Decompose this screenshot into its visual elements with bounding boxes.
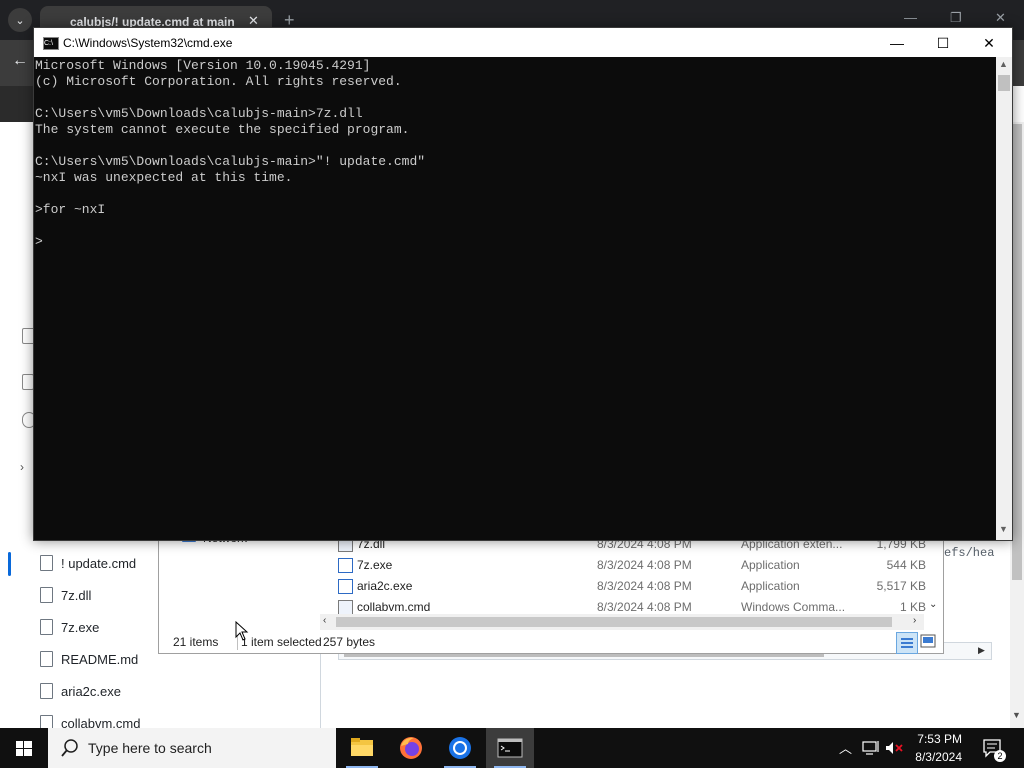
file-icon [40, 651, 53, 667]
folder-icon [351, 738, 373, 756]
file-tree-item-label: ! update.cmd [61, 555, 137, 571]
file-type: Windows Comma... [741, 600, 846, 614]
scroll-down-icon[interactable]: ⌄ [929, 599, 937, 610]
windows-start-icon[interactable] [0, 728, 48, 768]
scroll-down-icon[interactable]: ▼ [999, 524, 1008, 534]
file-icon [40, 683, 53, 699]
back-arrow-icon[interactable]: ← [12, 52, 28, 70]
cmd-file-icon [338, 600, 353, 615]
browser-restore-icon[interactable]: ❐ [950, 10, 962, 26]
file-type: Application [741, 579, 800, 593]
chevron-right-icon[interactable]: › [20, 460, 24, 474]
window-title: C:\Windows\System32\cmd.exe [63, 36, 233, 50]
file-size: 5,517 KB [876, 579, 926, 593]
scroll-right-icon[interactable]: ▶ [978, 645, 985, 656]
file-name: aria2c.exe [357, 579, 413, 593]
file-icon [40, 587, 53, 603]
cmd-window: C:\ C:\Windows\System32\cmd.exe — ☐ ✕ Mi… [33, 27, 1013, 541]
console-output: Microsoft Windows [Version 10.0.19045.42… [35, 58, 426, 249]
file-size: 1 KB [899, 600, 926, 614]
application-icon [338, 579, 353, 594]
file-date: 8/3/2024 4:08 PM [597, 579, 692, 593]
taskbar-firefox[interactable] [387, 728, 435, 768]
status-item-count: 21 items [173, 635, 219, 649]
tab-search-button[interactable]: ⌄ [8, 8, 32, 32]
status-selected-count: 1 item selected [241, 635, 322, 649]
file-tree-item[interactable]: 7z.exe [40, 615, 99, 639]
file-size: 544 KB [886, 558, 926, 572]
file-list-row[interactable]: aria2c.exe 8/3/2024 4:08 PM Application … [338, 576, 934, 597]
status-selected-size: 257 bytes [323, 635, 376, 649]
scroll-down-icon[interactable]: ▼ [1012, 710, 1021, 720]
file-date: 8/3/2024 4:08 PM [597, 558, 692, 572]
taskbar-chrome[interactable] [436, 728, 484, 768]
maximize-icon[interactable]: ☐ [920, 32, 966, 54]
explorer-scrollbar-thumb[interactable] [336, 617, 892, 627]
file-date: 8/3/2024 4:08 PM [597, 600, 692, 614]
file-tree-item[interactable]: aria2c.exe [40, 679, 121, 703]
cmd-titlebar[interactable]: C:\ C:\Windows\System32\cmd.exe — ☐ ✕ [34, 28, 1012, 57]
mouse-pointer-icon [235, 621, 249, 641]
taskbar-search-box[interactable]: Type here to search [48, 728, 336, 768]
page-scrollbar-thumb[interactable] [1012, 124, 1022, 580]
browser-minimize-icon[interactable]: — [904, 10, 917, 25]
search-placeholder: Type here to search [88, 740, 212, 756]
volume-muted-icon[interactable] [884, 740, 904, 756]
file-tree-item-label: aria2c.exe [61, 683, 121, 699]
selected-indicator [8, 552, 11, 576]
file-tree-item-label: 7z.dll [61, 587, 92, 603]
clock-date[interactable]: 8/3/2024 [912, 750, 962, 764]
application-icon [338, 558, 353, 573]
file-list-row[interactable]: 7z.exe 8/3/2024 4:08 PM Application 544 … [338, 555, 934, 576]
firefox-icon [400, 737, 422, 759]
file-icon [40, 619, 53, 635]
file-tree-item[interactable]: README.md [40, 647, 138, 671]
file-name: 7z.exe [357, 558, 393, 572]
console-area[interactable]: Microsoft Windows [Version 10.0.19045.42… [34, 57, 996, 540]
file-icon [40, 555, 53, 571]
scroll-up-icon[interactable]: ▲ [999, 59, 1008, 69]
scroll-right-icon[interactable]: › [913, 615, 916, 626]
file-tree-item-label: 7z.exe [61, 619, 100, 635]
search-icon [61, 739, 78, 757]
browser-close-icon[interactable]: ✕ [995, 10, 1006, 26]
large-icons-view-button[interactable] [920, 634, 936, 648]
network-icon[interactable] [862, 740, 880, 756]
cmd-app-icon: C:\ [43, 37, 59, 50]
file-type: Application [741, 558, 800, 572]
close-icon[interactable]: ✕ [966, 32, 1012, 54]
minimize-icon[interactable]: — [874, 32, 920, 54]
scroll-left-icon[interactable]: ‹ [323, 615, 326, 626]
taskbar-file-explorer[interactable] [338, 728, 386, 768]
show-hidden-icons-chevron-icon[interactable]: ︿ [839, 738, 852, 757]
chrome-icon [449, 737, 471, 759]
file-tree-item-label: README.md [61, 651, 139, 667]
cmd-icon [497, 738, 523, 758]
notification-count-badge: 2 [994, 750, 1006, 762]
file-tree-item[interactable]: 7z.dll [40, 583, 91, 607]
console-scrollbar-thumb[interactable] [998, 75, 1010, 91]
taskbar-command-prompt[interactable] [486, 728, 534, 768]
file-tree-item[interactable]: ! update.cmd [40, 551, 136, 575]
clock-time[interactable]: 7:53 PM [912, 732, 962, 746]
details-view-button[interactable] [896, 632, 918, 654]
file-name: collabvm.cmd [357, 600, 431, 614]
console-scrollbar[interactable] [996, 57, 1012, 540]
code-line-fragment: efs/hea [944, 546, 995, 560]
